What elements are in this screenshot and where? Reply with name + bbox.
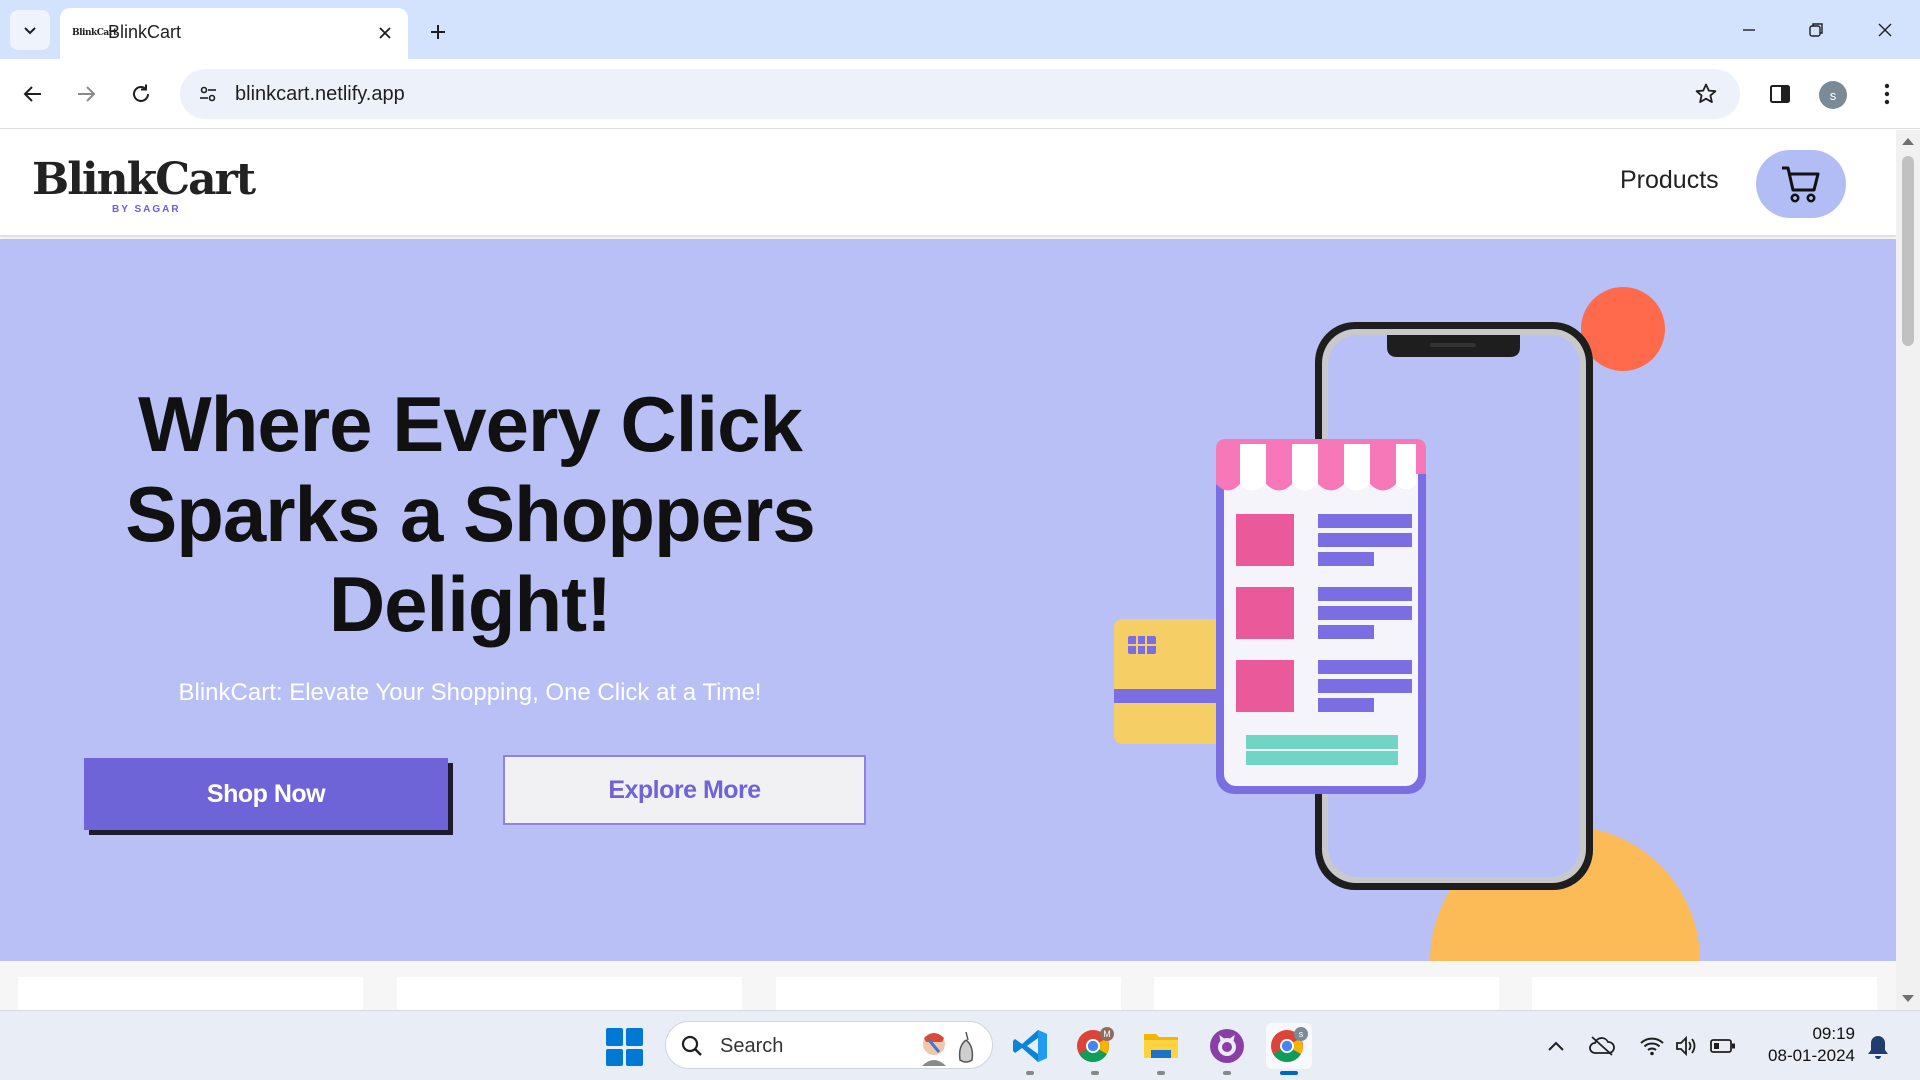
shopping-cart-icon xyxy=(1782,166,1820,203)
running-indicator xyxy=(1280,1071,1298,1075)
product-card[interactable] xyxy=(397,977,742,1010)
folder-icon xyxy=(1144,1034,1178,1058)
product-cards-row xyxy=(0,961,1896,1010)
search-highlight-icon xyxy=(922,1031,974,1066)
browser-menu-button[interactable] xyxy=(1872,76,1902,112)
tab-title: BlinkCart xyxy=(108,22,182,42)
side-panel-icon xyxy=(1770,85,1790,103)
taskbar-github-desktop[interactable] xyxy=(1204,1023,1250,1075)
cart-button[interactable] xyxy=(1756,150,1846,218)
browser-toolbar: blinkcart.netlify.app s xyxy=(0,59,1920,129)
product-card[interactable] xyxy=(776,977,1121,1010)
minimize-button[interactable] xyxy=(1724,10,1774,50)
logo-text: BlinkCart xyxy=(32,154,256,205)
site-logo[interactable]: BlinkCart BY SAGAR xyxy=(32,154,256,218)
restore-icon xyxy=(1809,23,1823,37)
nav-products-link[interactable]: Products xyxy=(1620,166,1719,195)
taskbar-search-placeholder: Search xyxy=(720,1035,784,1057)
explore-more-button[interactable]: Explore More xyxy=(503,755,866,825)
chrome-icon: s xyxy=(1271,1027,1308,1062)
hero-subtitle: BlinkCart: Elevate Your Shopping, One Cl… xyxy=(178,679,762,706)
address-bar[interactable]: blinkcart.netlify.app xyxy=(180,69,1740,119)
close-window-button[interactable] xyxy=(1860,10,1910,50)
more-vertical-icon xyxy=(1884,83,1890,105)
reload-button[interactable] xyxy=(121,74,161,114)
bookmark-star-icon[interactable] xyxy=(1692,80,1720,108)
minimize-icon xyxy=(1743,29,1755,31)
product-card[interactable] xyxy=(1532,977,1877,1010)
chrome-icon: M xyxy=(1077,1027,1114,1062)
tab-search-button[interactable] xyxy=(10,10,50,50)
arrow-right-icon xyxy=(78,86,96,102)
product-card[interactable] xyxy=(18,977,363,1010)
logo-subtitle: BY SAGAR xyxy=(112,204,181,215)
blinkcart-favicon-icon: BlinkCart xyxy=(72,28,117,38)
windows-taskbar: Search M s 09:19 08-01-2024 xyxy=(0,1010,1920,1080)
scroll-up-arrow-icon[interactable] xyxy=(1902,138,1914,145)
page-viewport: BlinkCart BY SAGAR Products Where Every … xyxy=(0,130,1896,1010)
svg-text:M: M xyxy=(1103,1029,1111,1039)
site-info-icon[interactable] xyxy=(192,78,224,110)
volume-icon[interactable] xyxy=(1672,1033,1700,1059)
scroll-thumb[interactable] xyxy=(1902,156,1914,346)
restore-button[interactable] xyxy=(1791,10,1841,50)
battery-icon[interactable] xyxy=(1709,1033,1737,1059)
windows-start-icon[interactable] xyxy=(606,1028,644,1066)
taskbar-clock[interactable]: 09:19 08-01-2024 xyxy=(1755,1023,1855,1067)
shop-now-button[interactable]: Shop Now xyxy=(84,758,448,830)
tab-strip: BlinkCart BlinkCart xyxy=(0,0,1920,59)
arrow-left-icon xyxy=(23,86,41,102)
taskbar-vscode[interactable] xyxy=(1007,1023,1053,1075)
onedrive-offline-icon[interactable] xyxy=(1588,1033,1616,1059)
tab-close-icon[interactable] xyxy=(374,22,396,44)
profile-avatar[interactable]: s xyxy=(1819,81,1847,109)
product-card[interactable] xyxy=(1154,977,1499,1010)
clock-time: 09:19 xyxy=(1812,1024,1855,1043)
running-indicator xyxy=(1026,1071,1034,1075)
taskbar-search-box[interactable]: Search xyxy=(665,1021,993,1069)
close-icon xyxy=(1878,23,1892,37)
taskbar-file-explorer[interactable] xyxy=(1138,1023,1184,1075)
taskbar-chrome-profile-m[interactable]: M xyxy=(1072,1023,1118,1075)
svg-text:s: s xyxy=(1299,1029,1304,1039)
page-scrollbar[interactable] xyxy=(1896,130,1920,1010)
clock-date: 08-01-2024 xyxy=(1768,1046,1855,1065)
side-panel-button[interactable] xyxy=(1762,76,1798,112)
running-indicator xyxy=(1223,1071,1231,1075)
plus-icon xyxy=(431,25,445,39)
github-desktop-icon xyxy=(1210,1029,1244,1063)
forward-button[interactable] xyxy=(66,74,106,114)
new-tab-button[interactable] xyxy=(420,14,456,50)
taskbar-chrome-profile-s[interactable]: s xyxy=(1266,1023,1312,1075)
wifi-icon[interactable] xyxy=(1638,1033,1666,1059)
back-button[interactable] xyxy=(13,74,53,114)
reload-icon xyxy=(133,84,149,102)
chevron-down-icon xyxy=(24,27,36,35)
browser-tab[interactable]: BlinkCart BlinkCart xyxy=(60,8,408,59)
running-indicator xyxy=(1091,1071,1099,1075)
search-icon xyxy=(681,1035,702,1056)
hero-title: Where Every Click Sparks a Shoppers Deli… xyxy=(125,380,816,648)
hero-section: Where Every Click Sparks a Shoppers Deli… xyxy=(0,239,1896,961)
running-indicator xyxy=(1157,1071,1165,1075)
scroll-down-arrow-icon[interactable] xyxy=(1902,995,1914,1002)
tray-overflow-chevron-icon[interactable] xyxy=(1542,1033,1570,1059)
notification-bell-icon[interactable] xyxy=(1864,1033,1892,1061)
site-header: BlinkCart BY SAGAR Products xyxy=(0,130,1896,237)
vscode-icon xyxy=(1013,1030,1047,1062)
url-text[interactable]: blinkcart.netlify.app xyxy=(235,83,405,106)
shopping-phone-illustration xyxy=(1114,287,1700,961)
